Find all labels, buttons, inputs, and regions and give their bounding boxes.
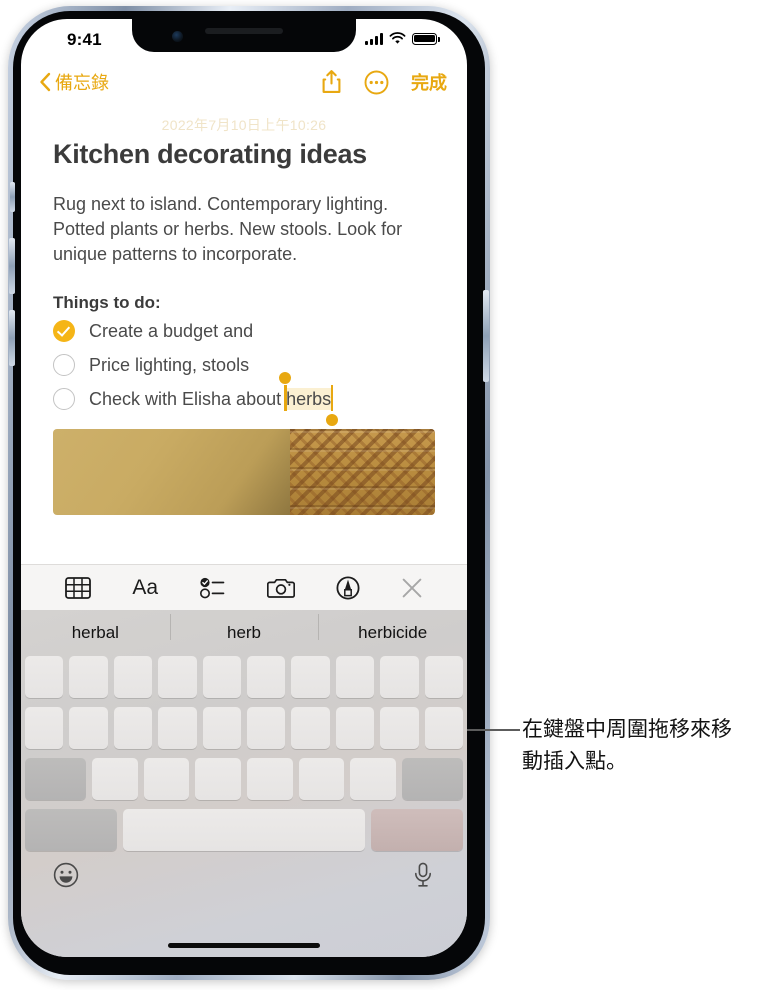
onscreen-keyboard[interactable]: herbal herb herbicide (21, 610, 467, 957)
list-item[interactable]: Check with Elisha about herbs (53, 371, 435, 426)
checkbox-checked-icon[interactable] (53, 320, 75, 342)
list-item-label: Check with Elisha about herbs (89, 371, 339, 426)
more-circle-icon[interactable] (364, 70, 389, 95)
autocomplete-suggestion-bar: herbal herb herbicide (21, 610, 467, 656)
callout-leader-line (462, 729, 520, 731)
keyboard-key[interactable] (143, 758, 190, 800)
suggestion-item[interactable]: herb (169, 614, 319, 643)
keyboard-row (21, 707, 467, 749)
front-camera-icon (172, 31, 183, 42)
keyboard-key[interactable] (24, 656, 64, 698)
keyboard-key[interactable] (113, 707, 153, 749)
keyboard-row (21, 758, 467, 800)
checkbox-unchecked-icon[interactable] (53, 354, 75, 376)
keyboard-key[interactable] (247, 656, 286, 698)
power-button[interactable] (483, 290, 489, 382)
keyboard-key[interactable] (350, 758, 396, 800)
close-icon[interactable] (401, 577, 423, 599)
keyboard-key[interactable] (69, 656, 108, 698)
photo-left-region (53, 429, 290, 515)
done-button[interactable]: 完成 (411, 69, 447, 95)
delete-key[interactable] (401, 758, 463, 800)
list-item-text-before: Check with Elisha about (89, 388, 287, 409)
status-time: 9:41 (67, 30, 102, 49)
keyboard-key[interactable] (424, 707, 464, 749)
keyboard-row (21, 656, 467, 698)
photo-attachment[interactable] (53, 429, 435, 515)
notch (132, 19, 356, 52)
volume-down-button[interactable] (9, 310, 15, 366)
selected-text[interactable]: herbs (279, 371, 339, 426)
keyboard-key[interactable] (202, 656, 241, 698)
checklist-icon[interactable] (199, 577, 226, 599)
keyboard-key[interactable] (92, 758, 138, 800)
chevron-left-icon (40, 72, 51, 92)
keyboard-key[interactable] (247, 758, 293, 800)
text-format-icon[interactable]: Aa (132, 576, 158, 600)
phone-screen: 9:41 備忘錄 完成 2022年7月10日上午10:26 Kitchen de… (21, 19, 467, 957)
keyboard-key[interactable] (158, 656, 197, 698)
keyboard-key[interactable] (298, 758, 345, 800)
callout-text: 在鍵盤中周圍拖移來移動插入點。 (522, 718, 732, 773)
return-key[interactable] (370, 809, 463, 851)
table-icon[interactable] (65, 576, 92, 599)
keyboard-key[interactable] (424, 656, 464, 698)
iphone-device-frame: 9:41 備忘錄 完成 2022年7月10日上午10:26 Kitchen de… (8, 6, 490, 980)
note-paragraph: Rug next to island. Contemporary lightin… (53, 194, 403, 264)
keyboard-bottom-row (21, 860, 467, 902)
microphone-icon[interactable] (413, 862, 433, 893)
keyboard-key[interactable] (380, 656, 419, 698)
navigation-bar: 備忘錄 完成 2022年7月10日上午10:26 (21, 63, 467, 133)
keyboard-key[interactable] (113, 656, 153, 698)
earpiece-speaker-icon (205, 28, 283, 34)
list-item[interactable]: Create a budget and (53, 315, 435, 347)
keyboard-key[interactable] (247, 707, 286, 749)
cellular-signal-icon (365, 32, 383, 45)
volume-up-button[interactable] (9, 238, 15, 294)
home-indicator[interactable] (168, 943, 320, 948)
keyboard-key[interactable] (335, 656, 375, 698)
keyboard-key[interactable] (202, 707, 241, 749)
list-item-label: Create a budget and (89, 320, 254, 341)
numbers-key[interactable] (25, 809, 118, 851)
notes-format-toolbar: Aa (21, 564, 467, 610)
mute-switch-button[interactable] (10, 182, 15, 212)
nav-actions: 完成 (321, 69, 447, 95)
status-icons (365, 32, 440, 45)
photo-right-region (289, 429, 435, 515)
keyboard-key[interactable] (24, 707, 64, 749)
keyboard-key[interactable] (69, 707, 108, 749)
camera-icon[interactable] (266, 577, 295, 599)
checkbox-unchecked-icon[interactable] (53, 388, 75, 410)
back-to-notes-button[interactable]: 備忘錄 (39, 69, 109, 95)
keyboard-key[interactable] (195, 758, 241, 800)
note-title: Kitchen decorating ideas (53, 139, 367, 169)
shift-key[interactable] (25, 758, 87, 800)
suggestion-item[interactable]: herbicide (318, 614, 467, 643)
todo-heading: Things to do: (53, 293, 161, 312)
keyboard-key[interactable] (291, 656, 330, 698)
keyboard-key[interactable] (335, 707, 375, 749)
selection-handle-end[interactable] (326, 413, 339, 426)
list-item-label: Price lighting, stools (89, 354, 250, 375)
wifi-icon (389, 32, 406, 44)
space-key[interactable] (123, 809, 365, 851)
suggestion-item[interactable]: herbal (21, 623, 170, 643)
keyboard-row (21, 809, 467, 851)
keyboard-key[interactable] (158, 707, 197, 749)
keyboard-key[interactable] (291, 707, 330, 749)
emoji-smiley-icon[interactable] (53, 862, 79, 893)
keyboard-key[interactable] (380, 707, 419, 749)
share-icon[interactable] (321, 69, 342, 95)
selection-handle-start[interactable] (279, 371, 292, 384)
battery-full-icon (412, 32, 440, 45)
list-item[interactable]: Price lighting, stools (53, 349, 435, 381)
back-button-label: 備忘錄 (55, 73, 109, 93)
markup-pen-icon[interactable] (336, 575, 360, 600)
note-date: 2022年7月10日上午10:26 (161, 117, 327, 133)
